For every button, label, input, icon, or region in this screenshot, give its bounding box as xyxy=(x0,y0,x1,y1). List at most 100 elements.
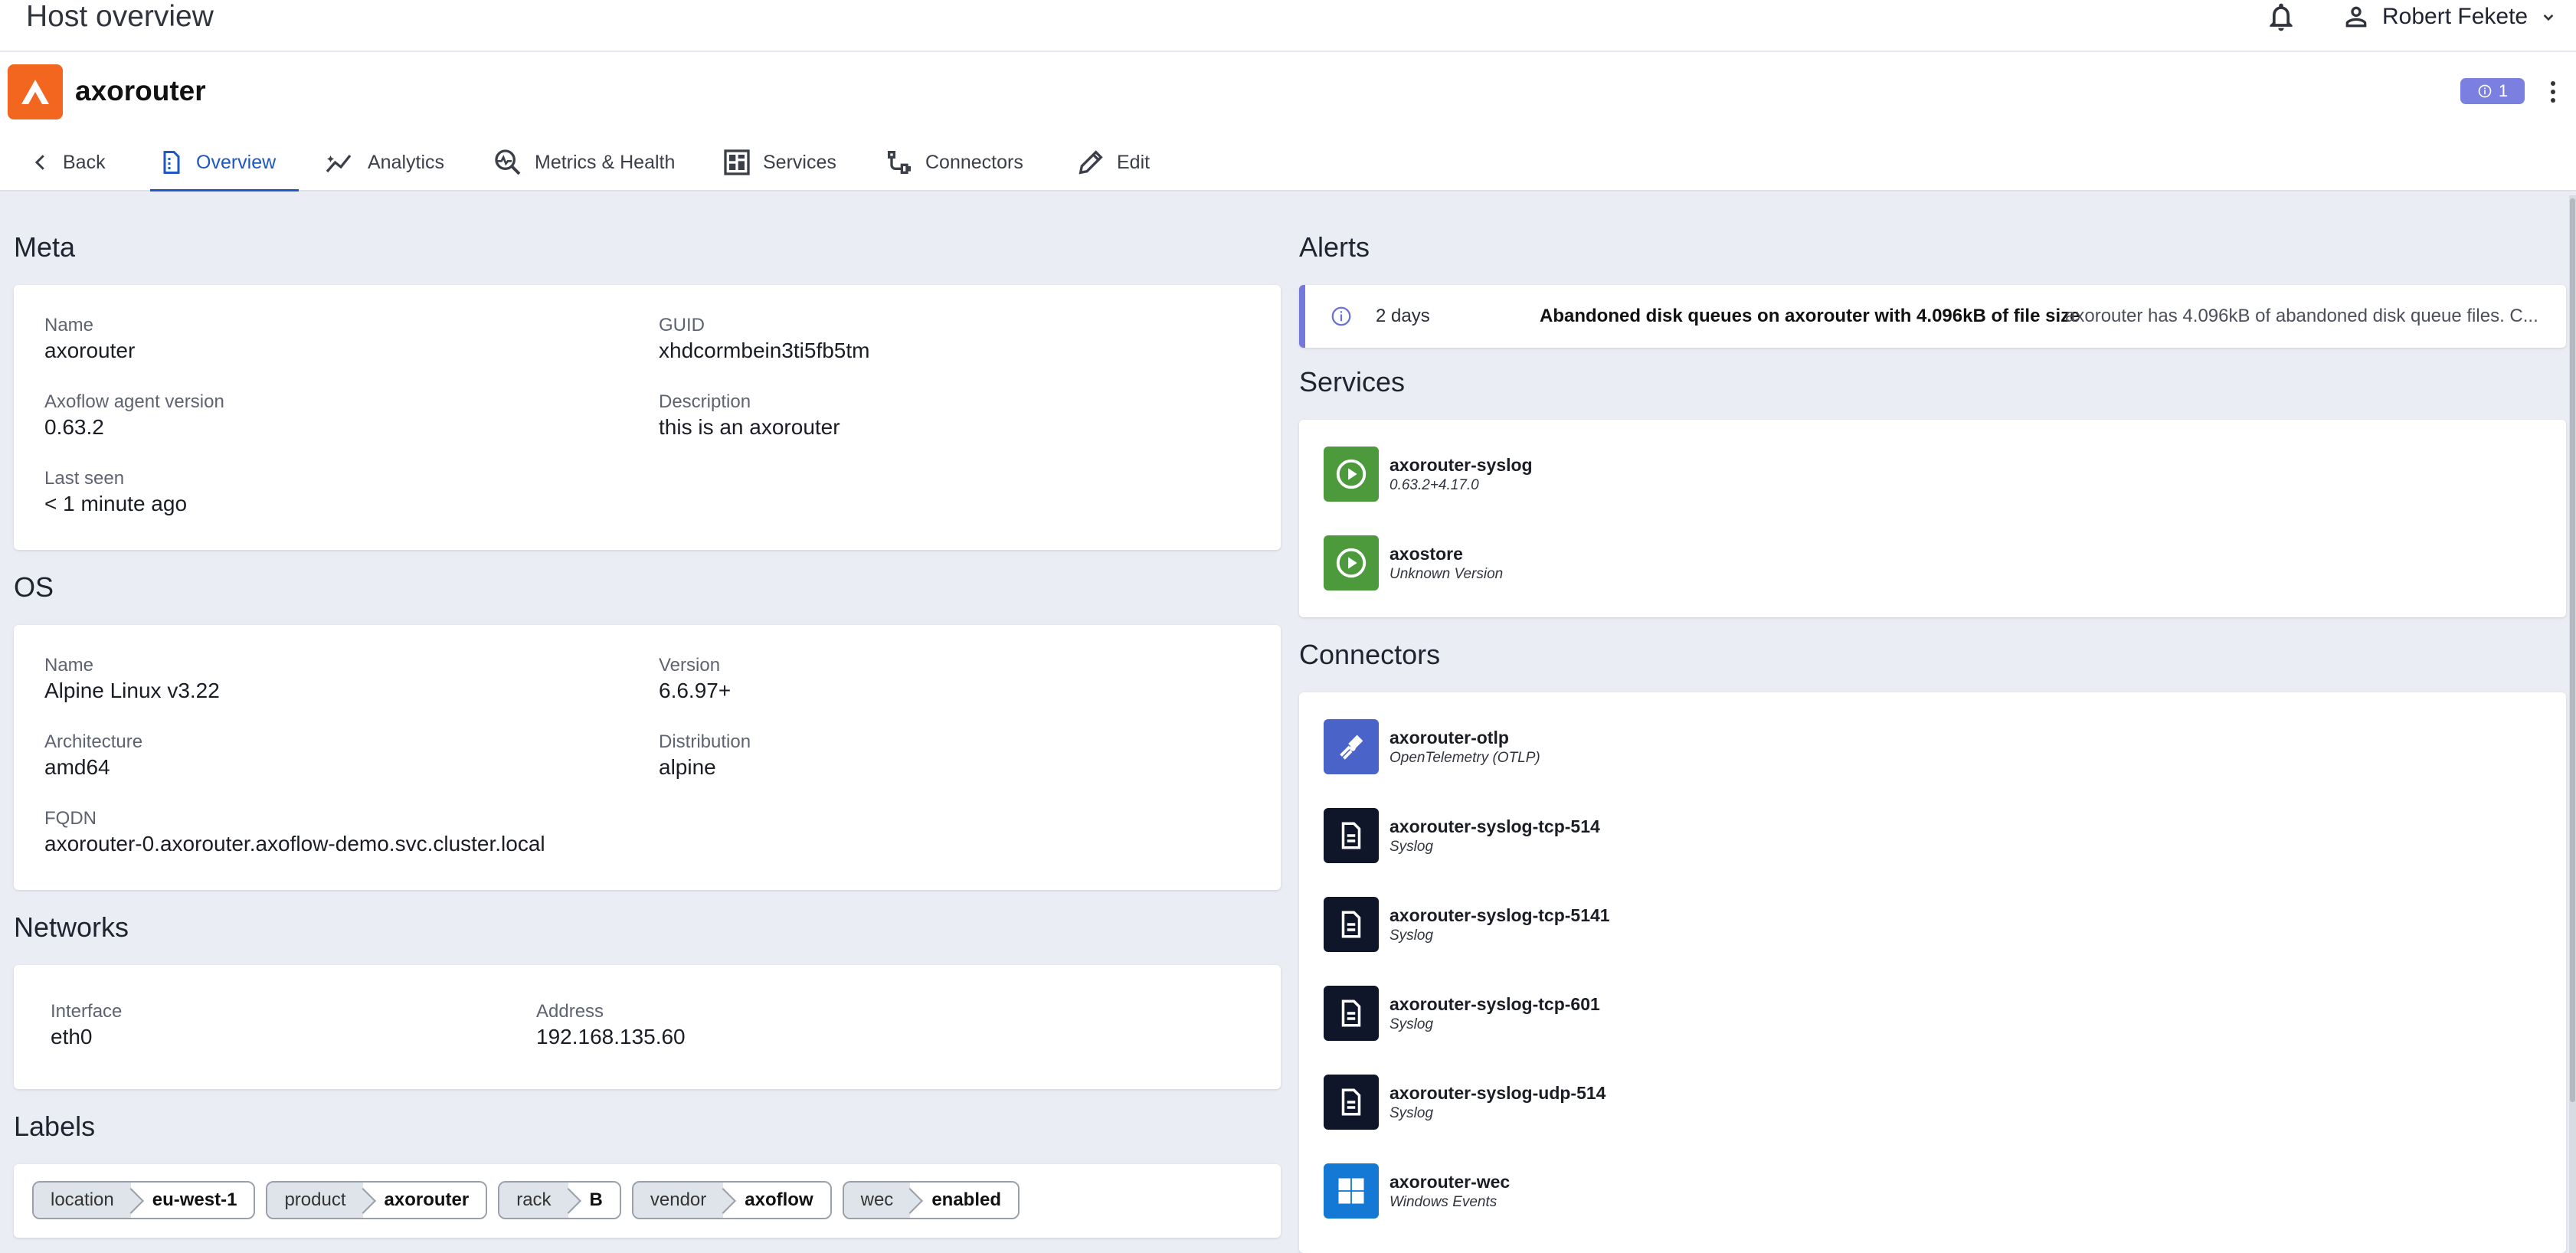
windows-icon xyxy=(1324,1163,1379,1219)
meta-last-seen-field: Last seen < 1 minute ago xyxy=(44,468,188,515)
services-card: axorouter-syslog 0.63.2+4.17.0 axostore … xyxy=(1299,420,2566,617)
connector-name: axorouter-otlp xyxy=(1389,728,1509,748)
tab-label: Analytics xyxy=(368,151,445,173)
label-chip[interactable]: wec enabled xyxy=(842,1181,1020,1219)
more-options-icon[interactable] xyxy=(2543,77,2563,107)
tab-metrics-health[interactable]: Metrics & Health xyxy=(484,133,682,191)
alert-age: 2 days xyxy=(1376,306,1430,326)
networks-card: Interface eth0 Address 192.168.135.60 xyxy=(14,965,1281,1089)
analytics-icon xyxy=(326,154,352,173)
os-fqdn-field: FQDN axorouter-0.axorouter.axoflow-demo.… xyxy=(44,808,545,856)
connector-type: Syslog xyxy=(1389,839,1434,855)
os-section-title: OS xyxy=(14,571,54,603)
connector-type: Syslog xyxy=(1389,927,1434,944)
tab-edit[interactable]: Edit xyxy=(1068,133,1157,191)
alert-detail: axorouter has 4.096kB of abandoned disk … xyxy=(2065,306,2538,326)
tab-label: Overview xyxy=(196,151,277,173)
file-icon xyxy=(1324,897,1379,952)
label-chip-list: location eu-west-1 product axorouter rack B… xyxy=(32,1181,1020,1219)
connector-item[interactable]: axorouter-syslog-tcp-5141 Syslog xyxy=(1324,896,1610,953)
os-card: Name Alpine Linux v3.22 Version 6.6.97+ … xyxy=(14,625,1281,890)
connector-name: axorouter-syslog-tcp-514 xyxy=(1389,816,1600,836)
tab-label: Metrics & Health xyxy=(535,151,676,173)
connector-item[interactable]: axorouter-syslog-udp-514 Syslog xyxy=(1324,1074,1605,1130)
service-name: axorouter-syslog xyxy=(1389,455,1533,475)
service-version: Unknown Version xyxy=(1389,566,1504,582)
connector-type: Syslog xyxy=(1389,1016,1434,1032)
top-bar: Host overview Robert Fekete xyxy=(0,0,2576,52)
tab-connectors[interactable]: Connectors xyxy=(876,133,1031,191)
os-architecture-field: Architecture amd64 xyxy=(44,731,143,779)
connectors-card: axorouter-otlp OpenTelemetry (OTLP) axor… xyxy=(1299,692,2566,1253)
file-icon xyxy=(1324,1075,1379,1130)
connectors-section-title: Connectors xyxy=(1299,639,1441,670)
bell-icon[interactable] xyxy=(2264,0,2298,34)
label-chip[interactable]: product axorouter xyxy=(266,1181,488,1219)
os-name-field: Name Alpine Linux v3.22 xyxy=(44,655,220,702)
connector-name: axorouter-wec xyxy=(1389,1172,1511,1192)
tab-analytics[interactable]: Analytics xyxy=(317,133,452,191)
host-header: axorouter 1 Back Overview Analytics Metr… xyxy=(0,52,2576,193)
service-version: 0.63.2+4.17.0 xyxy=(1389,477,1479,493)
meta-card: Name axorouter GUID xhdcormbein3ti5fb5tm… xyxy=(14,285,1281,550)
info-icon xyxy=(2478,84,2492,98)
alert-count-badge[interactable]: 1 xyxy=(2460,78,2525,104)
tab-label: Back xyxy=(63,151,106,173)
label-chip[interactable]: vendor axoflow xyxy=(631,1181,832,1219)
user-name: Robert Fekete xyxy=(2382,4,2529,29)
meta-description-field: Description this is an axorouter xyxy=(659,391,840,439)
axoflow-logo xyxy=(8,64,63,119)
services-section-title: Services xyxy=(1299,366,1406,397)
label-chip[interactable]: location eu-west-1 xyxy=(32,1181,256,1219)
metrics-icon xyxy=(495,149,521,175)
networks-section-title: Networks xyxy=(14,911,129,943)
meta-section-title: Meta xyxy=(14,231,76,263)
connector-name: axorouter-syslog-udp-514 xyxy=(1389,1083,1606,1103)
tab-bar: Back Overview Analytics Metrics & Health… xyxy=(0,133,1226,193)
host-name: axorouter xyxy=(75,75,206,106)
service-item[interactable]: axorouter-syslog 0.63.2+4.17.0 xyxy=(1324,446,1533,502)
telescope-icon xyxy=(1324,719,1379,774)
connector-item[interactable]: axorouter-otlp OpenTelemetry (OTLP) xyxy=(1324,718,1540,775)
tab-services[interactable]: Services xyxy=(714,133,844,191)
network-address-field: Address 192.168.135.60 xyxy=(536,1001,686,1049)
connector-item[interactable]: axorouter-wec Windows Events xyxy=(1324,1163,1510,1219)
tab-label: Services xyxy=(763,151,836,173)
pencil-icon xyxy=(1079,150,1103,175)
service-item[interactable]: axostore Unknown Version xyxy=(1324,535,1503,591)
file-icon xyxy=(1324,986,1379,1041)
connector-type: Syslog xyxy=(1389,1105,1434,1121)
grid-icon xyxy=(724,149,750,175)
service-name: axostore xyxy=(1389,544,1463,564)
meta-name-field: Name axorouter xyxy=(44,315,136,362)
person-icon xyxy=(2345,6,2367,28)
network-interface-field: Interface eth0 xyxy=(51,1001,123,1049)
alert-count: 1 xyxy=(2498,81,2509,100)
connector-icon xyxy=(888,151,911,174)
os-version-field: Version 6.6.97+ xyxy=(659,655,732,702)
alerts-section-title: Alerts xyxy=(1299,231,1370,263)
connector-type: Windows Events xyxy=(1389,1194,1497,1210)
page-title: Host overview xyxy=(26,0,214,33)
connector-item[interactable]: axorouter-syslog-tcp-601 Syslog xyxy=(1324,985,1600,1042)
play-circle-icon xyxy=(1324,535,1379,591)
play-circle-icon xyxy=(1324,447,1379,502)
page-scrollbar[interactable] xyxy=(2569,195,2576,1253)
meta-guid-field: GUID xhdcormbein3ti5fb5tm xyxy=(659,315,870,362)
connector-name: axorouter-syslog-tcp-601 xyxy=(1389,994,1600,1014)
scrollbar-thumb[interactable] xyxy=(2570,198,2575,1102)
alert-summary: Abandoned disk queues on axorouter with … xyxy=(1540,306,2080,326)
main-content: Meta Name axorouter GUID xhdcormbein3ti5… xyxy=(0,191,2576,1253)
alert-row[interactable]: 2 days Abandoned disk queues on axoroute… xyxy=(1299,285,2566,348)
labels-section-title: Labels xyxy=(14,1111,96,1142)
tab-back[interactable]: Back xyxy=(21,133,113,191)
tab-overview[interactable]: Overview xyxy=(150,133,299,193)
connector-item[interactable]: axorouter-syslog-tcp-514 Syslog xyxy=(1324,807,1600,864)
document-icon xyxy=(163,151,180,174)
meta-agent-version-field: Axoflow agent version 0.63.2 xyxy=(44,391,224,439)
chevron-left-icon xyxy=(34,155,44,170)
file-icon xyxy=(1324,808,1379,863)
label-chip[interactable]: rack B xyxy=(498,1181,621,1219)
user-menu[interactable]: Robert Fekete xyxy=(2341,0,2558,34)
connector-type: OpenTelemetry (OTLP) xyxy=(1389,750,1540,766)
